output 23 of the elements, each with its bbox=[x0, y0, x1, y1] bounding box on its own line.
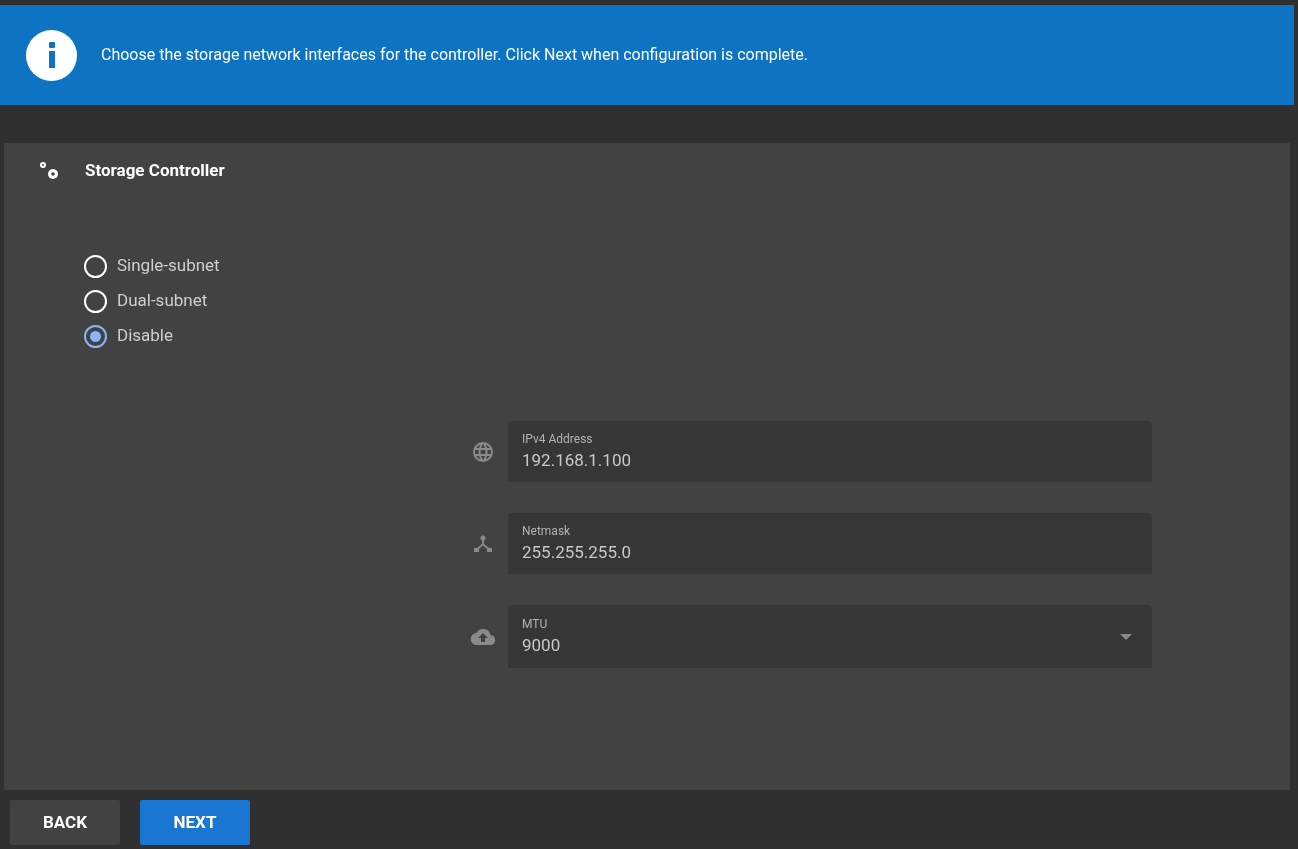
info-icon bbox=[26, 29, 77, 81]
field-value: 9000 bbox=[522, 633, 562, 657]
field-value: 255.255.255.0 bbox=[522, 540, 632, 564]
banner-message: Choose the storage network interfaces for the controller. Click Next when configuration is complete. bbox=[101, 44, 809, 66]
radio-label: Dual-subnet bbox=[117, 289, 208, 313]
globe-icon bbox=[471, 439, 495, 464]
select-field[interactable]: MTU 9000 bbox=[508, 605, 1152, 668]
input-field[interactable]: Netmask 255.255.255.0 bbox=[508, 513, 1152, 574]
radio-option[interactable]: Single-subnet bbox=[84, 253, 1290, 279]
radio-option[interactable]: Dual-subnet bbox=[84, 288, 1290, 314]
next-button[interactable]: NEXT bbox=[140, 800, 250, 845]
radio-label: Disable bbox=[117, 324, 173, 348]
panel-title: Storage Controller bbox=[85, 159, 225, 183]
field-label: IPv4 Address bbox=[522, 430, 594, 448]
back-button[interactable]: BACK bbox=[10, 800, 120, 845]
field-label: MTU bbox=[522, 615, 549, 633]
radio-button[interactable] bbox=[84, 324, 107, 348]
radio-label: Single-subnet bbox=[117, 254, 220, 278]
field-value: 192.168.1.100 bbox=[522, 448, 632, 472]
field-label: Netmask bbox=[522, 522, 572, 540]
caret-icon bbox=[1120, 633, 1132, 640]
input-field[interactable]: IPv4 Address 192.168.1.100 bbox=[508, 421, 1152, 482]
radio-option[interactable]: Disable bbox=[84, 323, 1290, 349]
